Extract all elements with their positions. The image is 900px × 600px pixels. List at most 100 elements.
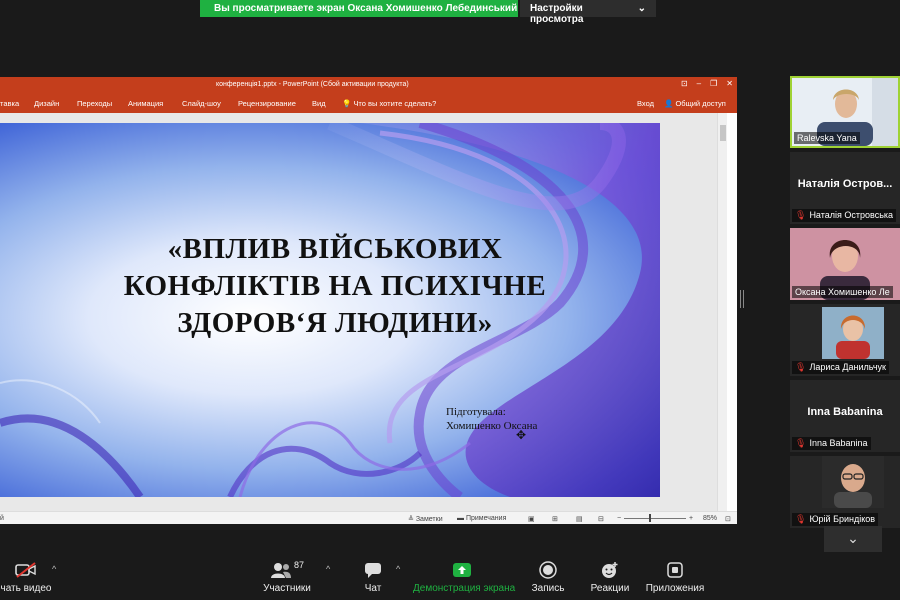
apps-label: Приложения [645,583,705,594]
participant-name-placeholder: Наталія Остров... [797,178,893,190]
tab-animation[interactable]: Анимация [128,99,163,108]
slide-sorter-icon[interactable]: ⊞ [552,515,558,523]
chat-button[interactable]: Чат [358,560,388,594]
start-video-label: чать видео [0,583,52,594]
restore-icon[interactable]: ❐ [710,79,717,88]
powerpoint-window-title: конференція1.pptx - PowerPoint (Сбой акт… [216,81,409,88]
participant-name: Ralevska Yana [794,132,860,144]
scroll-participants-down-button[interactable]: ⌄ [824,526,882,552]
participant-name-label: 🎙 Юрій Бриндіков [792,513,879,526]
powerpoint-status-bar: й ≜ Заметки ▬ Примечания ▣ ⊞ ▤ ⊟ − + 85%… [0,511,737,524]
record-button[interactable]: Запись [530,560,566,594]
comment-icon: ▬ [457,515,464,522]
participant-name-label: 🎙 Лариса Данильчук [792,361,889,374]
record-icon [539,561,557,579]
scrollbar-thumb[interactable] [720,125,726,141]
chevron-down-icon: ⌄ [637,3,646,14]
mic-muted-icon: 🎙 [795,438,807,448]
participant-tile[interactable]: 🎙 Лариса Данильчук [790,304,900,376]
fit-slide-icon[interactable]: ⊡ [725,515,731,523]
participant-tile[interactable]: Наталія Остров... 🎙 Наталія Островська [790,152,900,224]
lightbulb-icon: 💡 [342,99,352,108]
tab-review[interactable]: Рецензирование [238,99,296,108]
tab-slideshow[interactable]: Слайд-шоу [182,99,221,108]
slide-title-line: КОНФЛІКТІВ НА ПСИХІЧНЕ [123,270,547,302]
sharing-status: Вы просматриваете экран Оксана Хомишенко… [200,0,518,17]
ribbon-display-icon[interactable]: ⊡ [681,79,688,88]
shared-powerpoint-window: конференція1.pptx - PowerPoint (Сбой акт… [0,77,737,524]
zoom-in-button[interactable]: + [689,515,693,522]
participant-name: Inna Babanina [809,438,868,448]
record-label: Запись [531,583,565,594]
zoom-level[interactable]: 85% [703,515,717,522]
start-video-button[interactable]: чать видео [0,560,52,594]
comments-button[interactable]: ▬ Примечания [457,515,506,522]
chat-label: Чат [364,583,382,594]
apps-button[interactable]: Приложения [645,560,705,594]
minimize-icon[interactable]: – [697,79,701,88]
participant-video [822,307,884,359]
status-left-text: й [0,515,4,522]
participant-name-label: 🎙 Inna Babanina [792,437,871,450]
chat-options-caret-icon[interactable]: ^ [396,564,400,574]
person-icon: 👤 [664,99,674,108]
notes-button[interactable]: ≜ Заметки [408,515,443,523]
reading-view-icon[interactable]: ▤ [576,515,583,523]
view-options-label: Настройки просмотра [530,3,584,25]
participant-video [822,456,884,508]
share-button[interactable]: 👤 Общий доступ [664,99,726,108]
close-icon[interactable]: ✕ [726,79,733,88]
participant-tile[interactable]: Оксана Хомишенко Ле [790,228,900,300]
screen-share-banner: Вы просматриваете экран Оксана Хомишенко… [200,0,656,25]
participant-name: Наталія Островська [809,210,894,220]
participants-count: 87 [293,560,304,570]
apps-icon [667,562,683,578]
participant-tile[interactable]: Inna Babanina 🎙 Inna Babanina [790,380,900,452]
share-label: Общий доступ [675,99,726,108]
zoom-slider-thumb[interactable] [649,514,651,522]
tab-view[interactable]: Вид [312,99,326,108]
tell-me-search[interactable]: 💡 Что вы хотите сделать? [342,99,436,108]
participant-name: Юрій Бриндіков [809,514,876,524]
powerpoint-ribbon-tabs: тавка Дизайн Переходы Анимация Слайд-шоу… [0,93,737,113]
mic-muted-icon: 🎙 [795,362,807,372]
notes-icon: ≜ [408,516,414,523]
participants-button[interactable]: 87 Участники [262,560,312,594]
participant-name: Лариса Данильчук [809,362,886,372]
slide[interactable]: «ВПЛИВ ВІЙСЬКОВИХ КОНФЛІКТІВ НА ПСИХІЧНЕ… [0,123,660,497]
slide-editing-area: «ВПЛИВ ВІЙСЬКОВИХ КОНФЛІКТІВ НА ПСИХІЧНЕ… [0,113,727,511]
tab-transitions[interactable]: Переходы [77,99,112,108]
normal-view-icon[interactable]: ▣ [528,515,535,523]
tab-design[interactable]: Дизайн [34,99,59,108]
reactions-icon [602,562,618,578]
mic-muted-icon: 🎙 [795,514,807,524]
vertical-scrollbar[interactable] [717,113,727,511]
slide-title: «ВПЛИВ ВІЙСЬКОВИХ КОНФЛІКТІВ НА ПСИХІЧНЕ… [90,231,580,342]
zoom-slider[interactable] [624,518,686,519]
participant-tile[interactable]: 🎙 Юрій Бриндіков [790,456,900,528]
participant-tile[interactable]: Ralevska Yana [790,76,900,148]
share-screen-button[interactable]: Демонстрация экрана [413,560,515,594]
zoom-out-button[interactable]: − [617,515,621,522]
reactions-button[interactable]: Реакции [590,560,630,594]
participants-options-caret-icon[interactable]: ^ [326,564,330,574]
chat-icon [365,563,381,578]
mic-muted-icon: 🎙 [795,210,807,220]
slideshow-view-icon[interactable]: ⊟ [598,515,604,523]
chevron-down-icon: ⌄ [847,530,859,546]
powerpoint-title-bar: конференція1.pptx - PowerPoint (Сбой акт… [0,77,737,93]
tab-insert[interactable]: тавка [0,99,19,108]
view-options-button[interactable]: Настройки просмотра ⌄ [520,0,656,25]
video-options-caret-icon[interactable]: ^ [52,564,56,574]
sign-in-link[interactable]: Вход [637,99,654,108]
slide-title-line: ЗДОРОВ‘Я ЛЮДИНИ» [177,307,493,339]
meeting-toolbar: чать видео ^ 87 Участники ^ Чат ^ Демонс… [0,554,900,600]
video-off-icon [15,562,36,578]
comments-label: Примечания [465,515,507,522]
move-cursor-icon: ✥ [516,428,527,442]
zoom-window: { "banner": { "sharing_text": "Вы просма… [0,0,900,600]
slide-title-line: «ВПЛИВ ВІЙСЬКОВИХ [167,233,503,265]
split-view-handle[interactable] [740,290,744,308]
participant-name-label: 🎙 Наталія Островська [792,209,897,222]
tell-me-label: Что вы хотите сделать? [353,99,437,108]
